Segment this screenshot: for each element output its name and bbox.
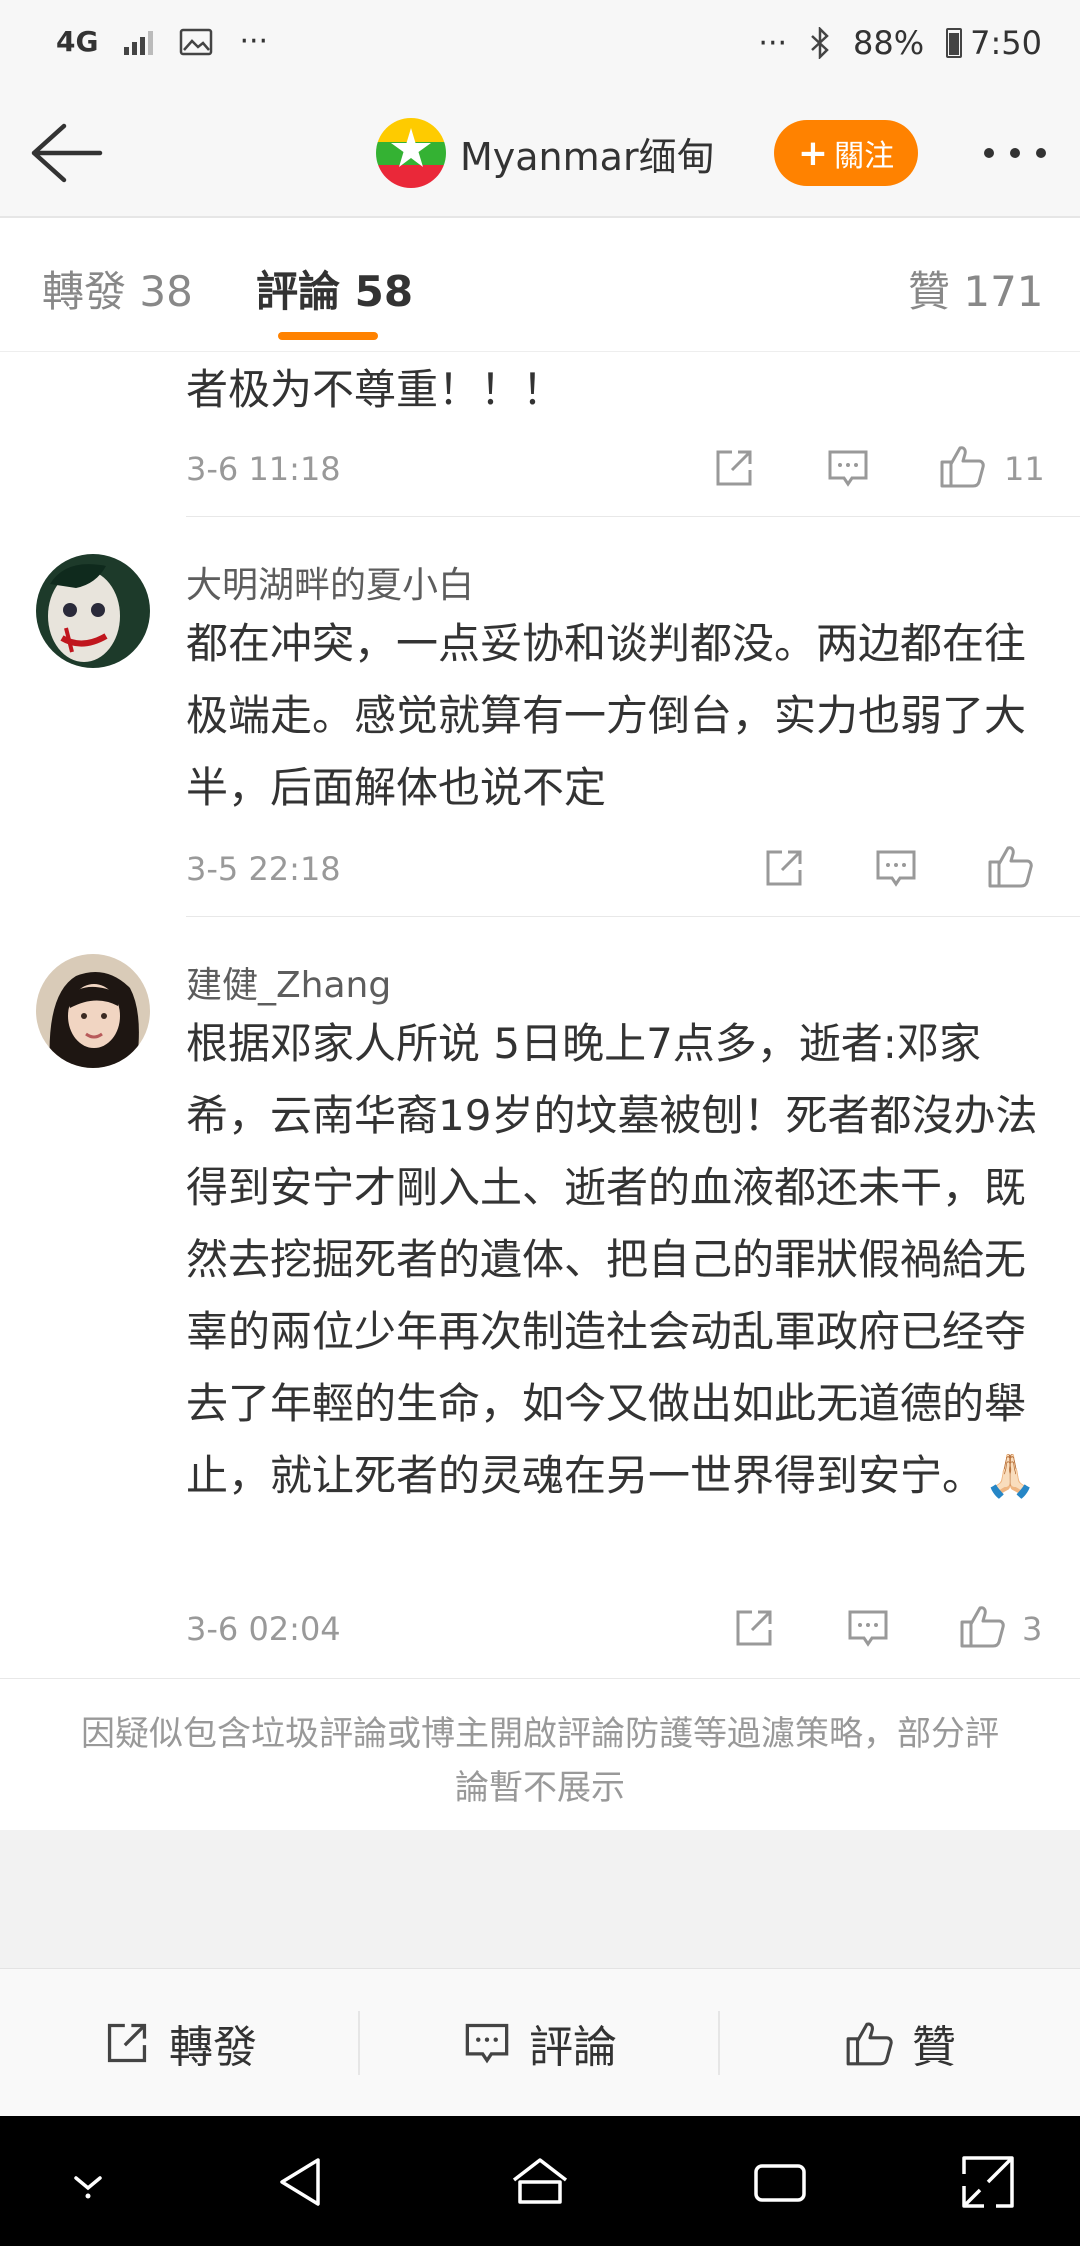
home-nav-icon[interactable] bbox=[510, 2152, 570, 2212]
repost-icon[interactable] bbox=[732, 1606, 776, 1650]
tab-likes[interactable]: 贊 171 bbox=[908, 258, 1044, 319]
like-count: 3 bbox=[1022, 1610, 1043, 1648]
active-tab-indicator bbox=[278, 332, 378, 340]
hide-keyboard-icon[interactable] bbox=[58, 2152, 118, 2212]
comment-icon[interactable] bbox=[874, 846, 918, 890]
comment-time: 3-6 02:04 bbox=[186, 1610, 341, 1648]
comment-text: 根据邓家人所说 5日晚上7点多，逝者:邓家希，云南华裔19岁的坟墓被刨！死者都沒… bbox=[186, 1019, 1038, 1500]
top-nav-bar: Myanmar缅甸 + 關注 bbox=[0, 90, 1080, 218]
repost-icon[interactable] bbox=[762, 846, 806, 890]
image-icon bbox=[180, 28, 213, 55]
repost-icon bbox=[107, 2023, 147, 2063]
avatar[interactable] bbox=[36, 554, 150, 668]
empty-area bbox=[0, 1830, 1080, 1968]
back-nav-icon[interactable] bbox=[270, 2152, 330, 2212]
network-indicator: 4G bbox=[56, 24, 99, 58]
recent-apps-icon[interactable] bbox=[750, 2152, 810, 2212]
like-label: 贊 bbox=[912, 2022, 956, 2073]
like-icon[interactable] bbox=[938, 442, 986, 490]
plus-icon: + bbox=[797, 132, 829, 174]
comment-icon[interactable] bbox=[826, 446, 870, 490]
tab-comments[interactable]: 評論 58 bbox=[256, 258, 413, 319]
status-bar: 4G ··· ··· 88% 7:50 bbox=[0, 0, 1080, 90]
tab-bar: 轉發 38 評論 58 贊 171 bbox=[0, 218, 1080, 352]
back-arrow-icon[interactable] bbox=[28, 120, 104, 186]
comment-label: 評論 bbox=[529, 2022, 617, 2073]
account-name: Myanmar缅甸 bbox=[460, 134, 715, 179]
myanmar-flag-avatar bbox=[376, 118, 446, 188]
comment-author[interactable]: 大明湖畔的夏小白 bbox=[186, 556, 474, 608]
bluetooth-icon bbox=[811, 27, 829, 59]
filter-notice: 因疑似包含垃圾評論或博主開啟評論防護等過濾策略，部分評論暫不展示 bbox=[81, 1714, 999, 1808]
comment-text: 者极为不尊重！！！ bbox=[186, 365, 565, 414]
more-options-icon[interactable] bbox=[984, 148, 1046, 158]
follow-label: 關注 bbox=[834, 139, 895, 174]
system-nav-bar bbox=[0, 2116, 1080, 2246]
battery-icon bbox=[946, 28, 963, 58]
like-count: 11 bbox=[1004, 450, 1045, 488]
comment-icon[interactable] bbox=[846, 1606, 890, 1650]
comment-button[interactable]: 評論 bbox=[360, 1969, 720, 2117]
avatar[interactable] bbox=[36, 954, 150, 1068]
repost-icon[interactable] bbox=[712, 446, 756, 490]
more-status-icon: ··· bbox=[758, 25, 788, 61]
like-icon[interactable] bbox=[986, 842, 1034, 890]
comment-icon bbox=[465, 2023, 509, 2064]
comment-time: 3-5 22:18 bbox=[186, 850, 341, 888]
comment-time: 3-6 11:18 bbox=[186, 450, 341, 488]
like-icon bbox=[846, 2022, 893, 2066]
tab-reposts[interactable]: 轉發 38 bbox=[42, 258, 193, 319]
like-icon[interactable] bbox=[958, 1602, 1006, 1650]
signal-icon bbox=[124, 29, 154, 55]
comment-author[interactable]: 建健_Zhang bbox=[186, 956, 391, 1008]
more-notifications-icon: ··· bbox=[239, 24, 269, 59]
battery-percent: 88% bbox=[853, 24, 925, 62]
expand-icon[interactable] bbox=[958, 2152, 1018, 2212]
comment-divider bbox=[186, 916, 1080, 917]
clock: 7:50 bbox=[970, 24, 1042, 62]
account-header[interactable]: Myanmar缅甸 bbox=[376, 118, 715, 188]
follow-button[interactable]: + 關注 bbox=[774, 120, 918, 186]
bottom-action-bar: 轉發 評論 贊 bbox=[0, 1968, 1080, 2116]
repost-label: 轉發 bbox=[169, 2022, 257, 2073]
repost-button[interactable]: 轉發 bbox=[0, 1969, 360, 2117]
filter-notice-block: 因疑似包含垃圾評論或博主開啟評論防護等過濾策略，部分評論暫不展示 bbox=[0, 1678, 1080, 1830]
comment-text: 都在冲突，一点妥协和谈判都没。两边都在往极端走。感觉就算有一方倒台，实力也弱了大… bbox=[186, 619, 1027, 812]
like-button[interactable]: 贊 bbox=[720, 1969, 1080, 2117]
comment-divider bbox=[186, 516, 1080, 517]
